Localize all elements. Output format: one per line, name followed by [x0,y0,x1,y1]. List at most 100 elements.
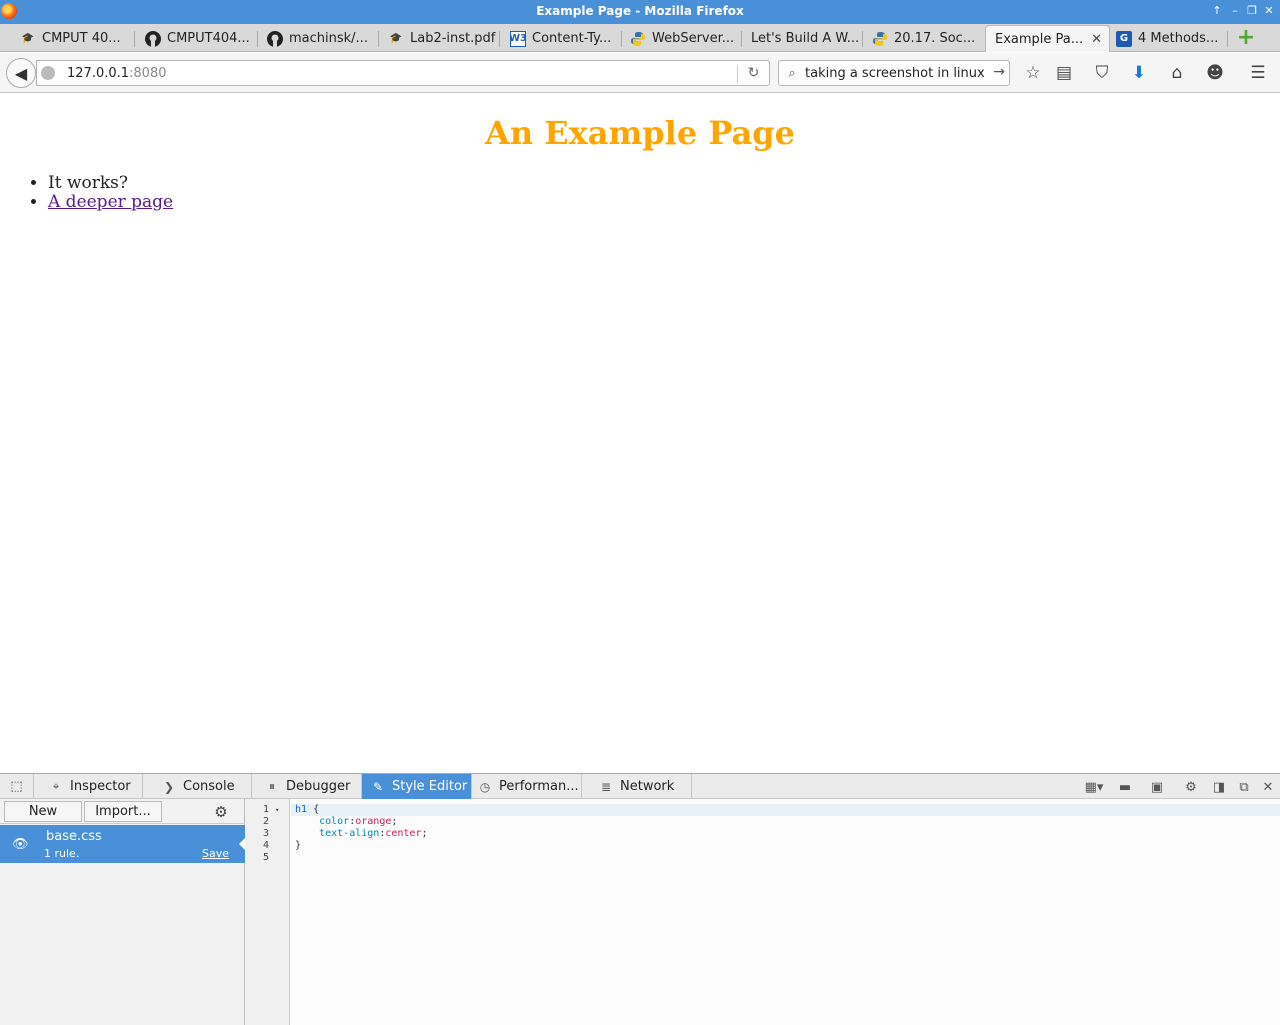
tab-example-page[interactable]: Example Pa... ✕ [985,25,1110,52]
tab-label: Let's Build A W... [751,31,860,46]
search-input[interactable] [803,64,988,82]
tab-console[interactable]: ❯ Console [143,774,252,799]
page-viewport: An Example Page It works? A deeper page [0,94,1280,773]
code-line[interactable]: color:orange; [291,816,1280,828]
tab-webserver[interactable]: WebServer... [630,25,742,52]
console-icon: ❯ [163,779,175,794]
code-line[interactable]: h1 { [291,804,1280,816]
tab-strip: 🎓 CMPUT 40... CMPUT404... machinsk/... 🎓… [0,24,1280,52]
moodle-icon: 🎓 [21,33,35,44]
tab-cmput404[interactable]: CMPUT404... [145,25,258,52]
line-number: 2 [263,816,270,827]
list-item: It works? [48,174,173,193]
stylesheet-buttons: New Import... ⚙ [0,799,245,824]
responsive-design-icon[interactable]: ▣ [1148,778,1166,796]
back-arrow-icon: ◀ [14,63,28,83]
tab-label: Content-Ty... [532,31,612,46]
search-icon: ⌕ [788,65,796,81]
undock-icon[interactable]: ⧉ [1235,778,1253,796]
pick-element-icon: ⬚ [10,779,23,794]
tab-socket[interactable]: 20.17. Soc... [872,25,984,52]
new-stylesheet-button[interactable]: New [4,801,82,822]
search-go-icon[interactable]: → [993,64,1005,80]
tab-machinsk[interactable]: machinsk/... [267,25,379,52]
network-icon: ≣ [600,779,612,794]
code-line[interactable] [291,852,1280,864]
window-up-icon[interactable]: ↑ [1210,4,1224,18]
tab-4-methods[interactable]: G 4 Methods... [1116,25,1228,52]
gear-icon[interactable]: ⚙ [212,803,230,821]
line-number-gutter: 1 ▾ 2 3 4 5 [245,799,290,1025]
fold-arrow-icon[interactable]: ▾ [275,806,279,814]
code-line[interactable]: text-align:center; [291,828,1280,840]
code-editor[interactable]: h1 { color:orange; text-align:center; } [291,799,1280,1025]
site-icon: G [1116,30,1132,47]
tab-performance[interactable]: ◷ Performan... [472,774,582,799]
split-console-icon[interactable]: ▬ [1116,778,1134,796]
inspector-icon: ⌖ [52,779,60,793]
tab-debugger[interactable]: ⏸ Debugger [252,774,362,799]
dock-side-icon[interactable]: ◨ [1210,778,1228,796]
close-devtools-icon[interactable]: ✕ [1259,778,1277,796]
minimize-icon[interactable]: – [1228,4,1242,18]
page-list: It works? A deeper page [0,174,173,212]
eye-icon[interactable]: 👁 [12,837,29,852]
new-tab-icon[interactable]: + [1236,27,1256,49]
style-editor-icon: ✎ [372,779,384,794]
tab-lab2-inst[interactable]: 🎓 Lab2-inst.pdf [388,25,500,52]
tab-content-type[interactable]: W3 Content-Ty... [510,25,622,52]
search-bar[interactable]: ⌕ → [778,60,1010,86]
chat-icon[interactable]: ☻ [1204,63,1226,83]
frame-select-icon[interactable]: ▦▾ [1080,778,1108,796]
tab-label: CMPUT 40... [42,31,121,46]
reload-icon[interactable]: ↻ [737,65,769,83]
tab-label: machinsk/... [289,31,368,46]
site-identity-icon[interactable] [41,66,55,80]
menu-icon[interactable]: ☰ [1247,63,1269,83]
window-titlebar: Example Page - Mozilla Firefox ↑ – ❐ ✕ [0,0,1280,24]
bookmark-star-icon[interactable]: ☆ [1022,63,1044,83]
stylesheet-rule-count: 1 rule. [44,847,80,860]
url-text[interactable]: 127.0.0.1:8080 [67,66,167,81]
tab-lets-build[interactable]: Let's Build A W... [751,25,863,52]
deeper-page-link[interactable]: A deeper page [48,192,173,212]
tab-network[interactable]: ≣ Network [582,774,692,799]
downloads-icon[interactable]: ⬇ [1128,63,1150,83]
github-icon [267,30,283,47]
pocket-icon[interactable]: ⛉ [1091,63,1113,83]
navigation-toolbar: 127.0.0.1:8080 ↻ ◀ ⌕ → ☆ ▤ ⛉ ⬇ ⌂ ☻ ☰ [0,53,1280,93]
tab-label: CMPUT404... [167,31,250,46]
save-stylesheet-link[interactable]: Save [202,847,229,860]
line-number: 3 [263,828,270,839]
devtools-toolbar: ⬚ ⌖ Inspector ❯ Console ⏸ Debugger ✎ Style E… [0,774,1280,799]
devtools-settings-icon[interactable]: ⚙ [1182,778,1200,796]
tab-label: 4 Methods... [1138,31,1219,46]
maximize-icon[interactable]: ❐ [1245,4,1259,18]
list-item: A deeper page [48,193,173,212]
reading-list-icon[interactable]: ▤ [1053,63,1075,83]
w3-icon: W3 [510,30,527,47]
tab-label: WebServer... [652,31,735,46]
back-button[interactable]: ◀ [6,58,36,88]
import-stylesheet-button[interactable]: Import... [84,801,162,822]
line-number: 5 [263,852,270,863]
window-title: Example Page - Mozilla Firefox [536,4,744,18]
code-line[interactable]: } [291,840,1280,852]
page-heading: An Example Page [485,114,795,152]
url-bar[interactable]: 127.0.0.1:8080 ↻ [36,60,770,86]
stylesheet-item[interactable]: 👁 base.css 1 rule. Save [0,825,245,863]
debugger-icon: ⏸ [268,779,275,793]
pick-element-button[interactable]: ⬚ [0,774,34,799]
close-window-icon[interactable]: ✕ [1262,4,1276,18]
moodle-icon: 🎓 [389,33,403,44]
tab-style-editor[interactable]: ✎ Style Editor [362,774,472,799]
tab-inspector[interactable]: ⌖ Inspector [34,774,143,799]
python-icon [630,31,646,47]
tab-label: Lab2-inst.pdf [410,31,496,46]
tab-label: Example Pa... [995,31,1084,47]
home-icon[interactable]: ⌂ [1166,63,1188,83]
tab-cmput-40[interactable]: 🎓 CMPUT 40... [20,25,135,52]
stylesheet-sidebar: New Import... ⚙ 👁 base.css 1 rule. Save [0,799,245,1025]
python-icon [872,31,888,47]
close-tab-icon[interactable]: ✕ [1091,32,1102,47]
